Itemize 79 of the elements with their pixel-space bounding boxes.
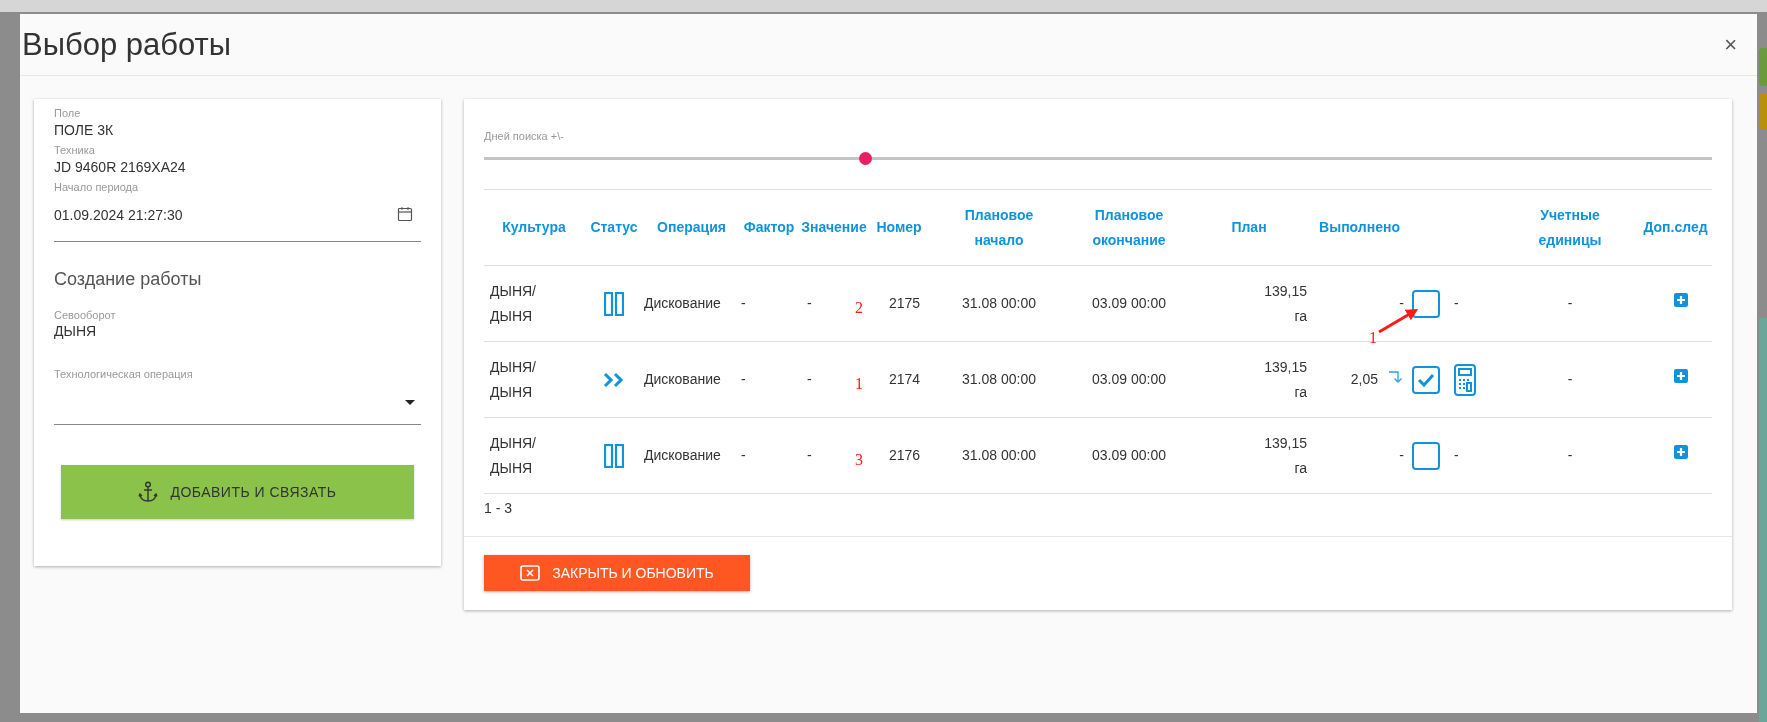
table-cell-text: - (741, 446, 746, 465)
table-cell-text: 139,15 га (1263, 433, 1307, 478)
dropdown-arrow-icon (405, 399, 415, 406)
section-title: Создание работы (54, 268, 203, 291)
field-value: JD 9460R 2169ХА24 (54, 158, 187, 177)
column-header[interactable]: План (1229, 215, 1269, 240)
table-cell-text: Дискование (644, 446, 721, 465)
annotation-number: 1 (1369, 330, 1377, 346)
table-cell-text: - (741, 370, 746, 389)
close-box-icon (520, 565, 541, 581)
annotation-number: 3 (855, 449, 863, 470)
table-cell-text: - (1454, 446, 1459, 465)
table-cell-text: - (807, 294, 812, 313)
add-icon[interactable] (1673, 444, 1688, 459)
anchor-icon (138, 481, 159, 503)
annotation-number: 1 (855, 373, 863, 394)
add-icon[interactable] (1673, 292, 1688, 307)
checkmark-icon (1417, 372, 1435, 387)
table-cell-text: - (1399, 446, 1404, 465)
field-value: ПОЛЕ 3К (54, 121, 115, 140)
field-label: Технологическая операция (54, 368, 194, 381)
column-header[interactable]: Значение (799, 215, 869, 240)
column-header[interactable]: Плановое начало (949, 202, 1049, 253)
field-value: ДЫНЯ (54, 322, 98, 340)
table-cell-text: - (1567, 446, 1573, 465)
add-icon[interactable] (1673, 368, 1688, 383)
checkbox[interactable] (1412, 289, 1440, 318)
date-field[interactable]: 01.09.2024 21:27:30 (54, 206, 421, 242)
table-cell-text: 03.09 00:00 (1092, 446, 1166, 465)
column-header[interactable]: Фактор (741, 215, 797, 240)
column-header[interactable]: Номер (874, 215, 924, 240)
column-header[interactable]: Статус (588, 215, 640, 240)
table-cell-text: Дискование (644, 294, 721, 313)
field-label: Начало периода (54, 181, 140, 194)
table-cell-text: 03.09 00:00 (1092, 370, 1166, 389)
table-cell-text: ДЫНЯ/ДЫНЯ (490, 357, 537, 402)
checkbox[interactable] (1412, 441, 1440, 470)
table-cell-text: - (807, 370, 812, 389)
table-cell-text: - (1399, 294, 1404, 313)
table-cell-text: 2174 (889, 370, 921, 389)
close-and-refresh-button[interactable]: ЗАКРЫТЬ И ОБНОВИТЬ (484, 555, 750, 591)
column-header[interactable]: Доп.след (1641, 215, 1710, 240)
table-cell-text: - (1567, 370, 1573, 389)
table-cell-text: ДЫНЯ/ДЫНЯ (490, 281, 537, 326)
table-cell-text: - (1454, 294, 1459, 313)
column-header[interactable]: Учетные единицы (1520, 202, 1620, 253)
dialog-title: Выбор работы (22, 29, 232, 60)
annotation-number: 2 (855, 297, 863, 318)
field-label: Техника (54, 144, 96, 157)
slider-label: Дней поиска +\- (484, 130, 565, 143)
checkbox[interactable] (1412, 365, 1440, 394)
slider-thumb[interactable] (858, 152, 872, 165)
table-cell-text: - (1567, 294, 1573, 313)
column-header[interactable]: Выполнено (1317, 215, 1402, 240)
table-cell-text: 03.09 00:00 (1092, 294, 1166, 313)
table-cell-text: - (741, 294, 746, 313)
field-label: Поле (54, 107, 82, 120)
close-button[interactable]: × (1724, 33, 1737, 56)
annotation-arrow (1377, 306, 1421, 336)
table-cell-text: 2176 (889, 446, 921, 465)
field-label: Севооборот (54, 309, 117, 322)
calendar-icon[interactable] (397, 206, 413, 222)
table-cell-text: 2175 (889, 294, 921, 313)
table-cell-text: 31.08 00:00 (962, 370, 1036, 389)
calculator-icon[interactable] (1454, 363, 1476, 396)
table-cell-text: Дискование (644, 370, 721, 389)
slider-track[interactable] (484, 152, 1712, 165)
table-cell-text: 31.08 00:00 (962, 294, 1036, 313)
table-cell-text: 2,05 (1350, 370, 1378, 389)
table-cell-text: ДЫНЯ/ДЫНЯ (490, 433, 537, 478)
table-cell-text: 31.08 00:00 (962, 446, 1036, 465)
table-cell-text: 139,15 га (1263, 281, 1307, 326)
table-cell-text: - (807, 446, 812, 465)
column-header[interactable]: Операция (655, 215, 728, 240)
table-cell-text: 139,15 га (1263, 357, 1307, 402)
column-header[interactable]: Плановое окончание (1079, 202, 1179, 253)
pagination-range: 1 - 3 (484, 499, 512, 518)
column-header[interactable]: Культура (500, 215, 568, 240)
add-and-link-button[interactable]: ДОБАВИТЬ И СВЯЗАТЬ (61, 465, 414, 519)
